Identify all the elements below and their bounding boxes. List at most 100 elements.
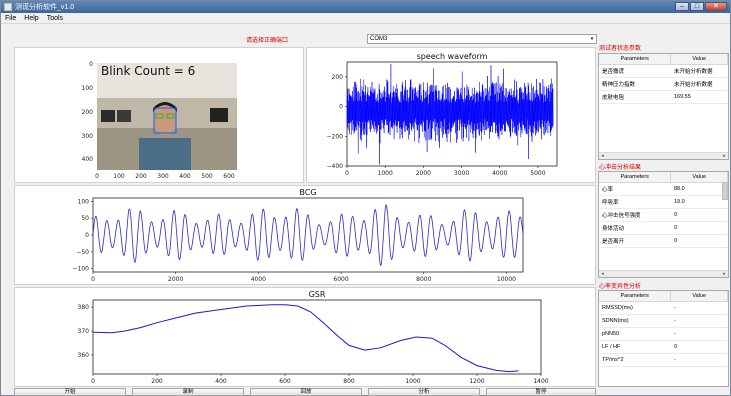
stress-hscroll[interactable]: ◂ ▸ bbox=[599, 152, 728, 159]
hrv-panel-title: 心率变异性分析 bbox=[599, 284, 642, 290]
column-header[interactable]: Value bbox=[670, 54, 728, 65]
speech-panel: speech waveform 0 1000 2000 3000 4000 5000 200 0… bbox=[306, 47, 596, 183]
close-button[interactable]: ✕ bbox=[705, 2, 727, 11]
gsr-x-tick-label: 1400 bbox=[533, 378, 548, 385]
speech-y-tick-label: −400 bbox=[327, 163, 344, 170]
video-panel: Blink Count = 6 0 100 200 300 400 0 100 … bbox=[14, 47, 304, 183]
table-row[interactable]: RMSSD(ms) - bbox=[599, 301, 728, 315]
stress-table-grid: Parameters Value 是否撒谎 未开始分析数据 精神压力指数 未开始分析数据皮… bbox=[599, 54, 728, 104]
port-combobox[interactable]: COM3 ▾ bbox=[367, 34, 597, 44]
menu-help[interactable]: Help bbox=[24, 15, 38, 22]
maximize-button[interactable]: □ bbox=[690, 2, 704, 11]
column-header[interactable]: Value bbox=[670, 291, 728, 302]
bcg-panel: BCG 0 2000 4000 6000 8000 10000 100 50 0 −50 −100 bbox=[14, 185, 596, 285]
gsr-y-tick-label: 370 bbox=[78, 328, 90, 335]
value-cell: - bbox=[670, 327, 728, 341]
bcg-title: BCG bbox=[299, 188, 316, 197]
menu-file[interactable]: File bbox=[5, 15, 16, 22]
table-row[interactable]: 精神压力指数 未开始分析数据 bbox=[599, 77, 728, 91]
video-x-tick-400: 400 bbox=[179, 173, 191, 180]
table-row[interactable]: 身体活动 0 bbox=[599, 221, 728, 235]
table-row[interactable]: TP/ms^2- bbox=[599, 353, 728, 367]
bcg-x-tick-label: 10000 bbox=[497, 276, 516, 283]
param-cell: 心冲击信号强度 bbox=[599, 208, 671, 222]
table-row[interactable]: 是否撒谎 未开始分析数据 bbox=[599, 64, 728, 78]
speech-x-tick-label: 4000 bbox=[492, 170, 507, 177]
scroll-right-icon[interactable]: ▸ bbox=[721, 153, 728, 159]
video-y-tick-300: 300 bbox=[82, 133, 94, 140]
param-cell: TP/ms^2 bbox=[599, 353, 671, 367]
table-row[interactable]: SDNN(ms) - bbox=[599, 314, 728, 328]
bcg-y-tick-label: 100 bbox=[78, 198, 90, 205]
video-y-tick-400: 400 bbox=[82, 156, 94, 163]
value-cell: 0 bbox=[670, 221, 728, 235]
port-combobox-value: COM3 bbox=[370, 36, 388, 42]
table-header-row: Parameters Value bbox=[599, 54, 728, 65]
value-cell: 0 bbox=[670, 208, 728, 222]
table-row[interactable]: LF / HF 0 bbox=[599, 340, 728, 354]
table-row[interactable]: pNN50- bbox=[599, 327, 728, 341]
param-cell: 精神压力指数 bbox=[599, 77, 671, 91]
gsr-y-tick-label: 360 bbox=[78, 352, 90, 359]
table-row[interactable]: 皮肤电阻 169.55 bbox=[599, 90, 728, 104]
param-cell: 是否撒谎 bbox=[599, 64, 671, 78]
speech-y-tick-label: −200 bbox=[327, 133, 344, 140]
gsr-x-tick-label: 1000 bbox=[405, 378, 420, 385]
start-button[interactable]: 开始 bbox=[14, 388, 126, 396]
speech-x-tick-label: 0 bbox=[345, 170, 349, 177]
value-cell: 169.55 bbox=[670, 90, 728, 104]
param-cell: 皮肤电阻 bbox=[599, 90, 671, 104]
table-row[interactable]: 是否离开 0 bbox=[599, 234, 728, 248]
speech-y-tick-label: 200 bbox=[332, 74, 344, 81]
gsr-panel: GSR 0 200 400 600 800 1000 1200 1400 380 370 360 bbox=[14, 287, 596, 387]
replay-button[interactable]: 回放 bbox=[250, 388, 362, 396]
table-row[interactable]: 心冲击信号强度 0 bbox=[599, 208, 728, 222]
video-x-tick-100: 100 bbox=[113, 173, 125, 180]
port-label: 请选择正确端口 bbox=[246, 38, 289, 44]
gsr-x-tick-label: 1200 bbox=[469, 378, 484, 385]
analyze-button[interactable]: 分析 bbox=[368, 388, 480, 396]
column-header[interactable]: Value bbox=[670, 172, 728, 183]
stress-table: Parameters Value 是否撒谎 未开始分析数据 精神压力指数 未开始分析数据皮… bbox=[598, 53, 729, 160]
gsr-x-tick-label: 200 bbox=[151, 378, 163, 385]
param-cell: pNN50 bbox=[599, 327, 671, 341]
value-cell: 0 bbox=[670, 340, 728, 354]
record-button[interactable]: 录制 bbox=[132, 388, 244, 396]
hrv-table-grid: Parameters Value RMSSD(ms) - SDNN(ms) - pNN50-… bbox=[599, 291, 728, 367]
scroll-left-icon[interactable]: ◂ bbox=[599, 153, 606, 159]
chevron-down-icon[interactable]: ▾ bbox=[589, 36, 595, 42]
bcg-chart: BCG 0 2000 4000 6000 8000 10000 100 50 0 −50 −100 bbox=[73, 188, 524, 283]
bcg-y-tick-label: −50 bbox=[76, 249, 89, 256]
scroll-left-icon[interactable]: ◂ bbox=[599, 271, 606, 277]
gsr-x-tick-label: 400 bbox=[215, 378, 227, 385]
window-controls: – □ ✕ bbox=[674, 2, 727, 12]
speech-y-tick-label: 0 bbox=[339, 104, 343, 111]
minimize-button[interactable]: – bbox=[675, 2, 689, 11]
menu-bar: File Help Tools bbox=[1, 13, 730, 24]
param-cell: 身体活动 bbox=[599, 221, 671, 235]
param-cell: 是否离开 bbox=[599, 234, 671, 248]
video-x-tick-200: 200 bbox=[135, 173, 147, 180]
bcg-x-tick-label: 8000 bbox=[416, 276, 431, 283]
menu-tools[interactable]: Tools bbox=[47, 15, 63, 22]
table-row[interactable]: 心率 88.0 bbox=[599, 182, 728, 196]
monitor-right bbox=[210, 108, 228, 122]
gsr-x-tick-label: 0 bbox=[91, 378, 95, 385]
pause-button[interactable]: 暂停 bbox=[486, 388, 596, 396]
table-row[interactable]: 呼吸率 19.0 bbox=[599, 195, 728, 209]
param-cell: SDNN(ms) bbox=[599, 314, 671, 328]
table-header-row: Parameters Value bbox=[599, 172, 728, 183]
scroll-right-icon[interactable]: ▸ bbox=[721, 271, 728, 277]
bottom-button-bar: 开始 录制 回放 分析 暂停 bbox=[1, 388, 730, 396]
speech-x-tick-label: 3000 bbox=[454, 170, 469, 177]
heart-hscroll[interactable]: ◂ ▸ bbox=[599, 270, 728, 277]
speech-x-tick-label: 1000 bbox=[378, 170, 393, 177]
video-x-tick-0: 0 bbox=[95, 173, 99, 180]
bcg-y-tick-label: −100 bbox=[73, 266, 90, 273]
column-header[interactable]: Parameters bbox=[599, 291, 672, 302]
column-header[interactable]: Parameters bbox=[599, 54, 672, 65]
bcg-x-tick-label: 4000 bbox=[251, 276, 266, 283]
video-plot: Blink Count = 6 0 100 200 300 400 0 100 … bbox=[82, 61, 237, 180]
column-header[interactable]: Parameters bbox=[599, 172, 672, 183]
heart-vscroll[interactable] bbox=[722, 182, 728, 200]
